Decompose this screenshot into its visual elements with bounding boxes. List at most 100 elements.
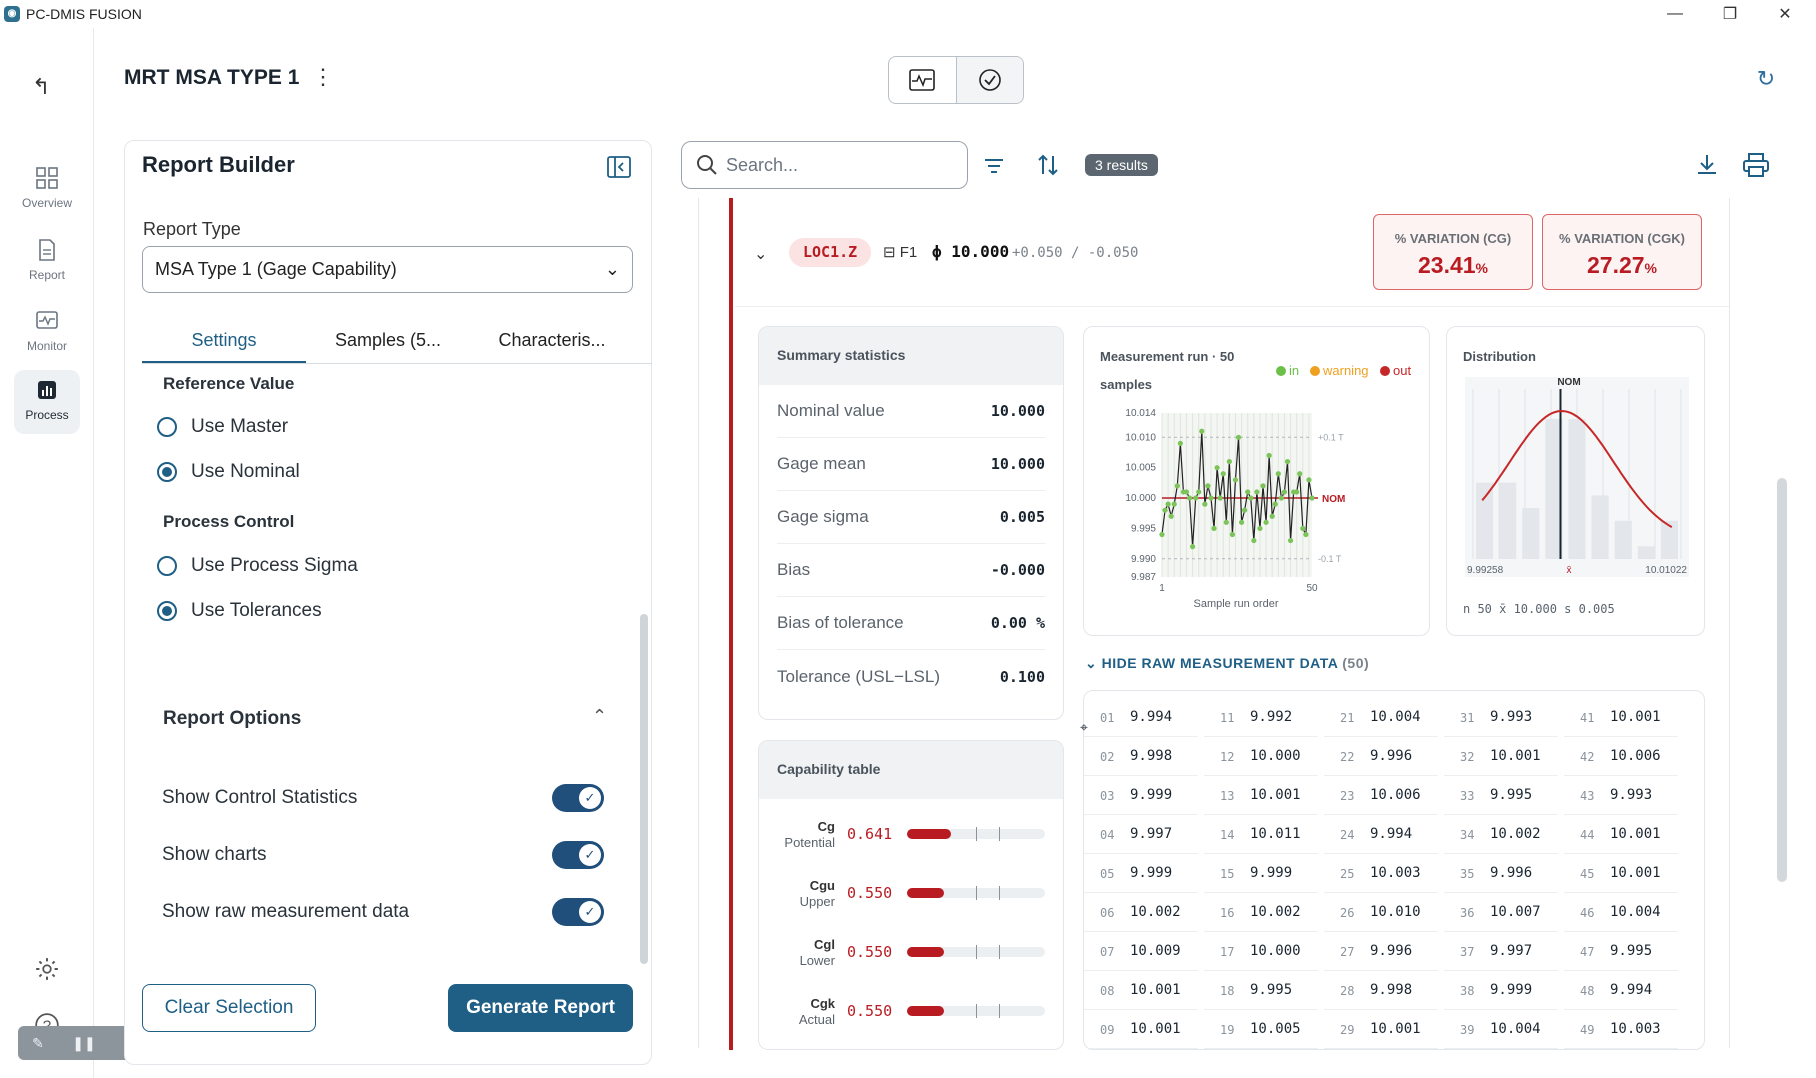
more-options-icon[interactable]: ⋮: [312, 64, 334, 92]
raw-value: 10.006: [1610, 748, 1661, 764]
cap-bar-fill: [907, 1006, 945, 1016]
tab-samples[interactable]: Samples (5...: [306, 326, 470, 363]
minimize-button[interactable]: —: [1648, 0, 1702, 28]
raw-cell: 46 10.004: [1564, 894, 1678, 932]
radio-use-tolerances[interactable]: Use Tolerances: [157, 600, 322, 622]
radio-use-process-sigma[interactable]: Use Process Sigma: [157, 555, 358, 577]
raw-cell: 02 9.998: [1084, 738, 1198, 776]
search-input[interactable]: Search...: [681, 141, 968, 189]
download-icon[interactable]: [1694, 152, 1720, 178]
toggle-switch[interactable]: [552, 898, 604, 926]
filter-icon[interactable]: [982, 154, 1006, 178]
chevron-up-icon[interactable]: ⌃: [592, 706, 607, 727]
raw-index: 38: [1460, 984, 1475, 998]
generate-report-button[interactable]: Generate Report: [448, 984, 633, 1032]
collapse-panel-icon[interactable]: [606, 154, 632, 180]
raw-cell: 22 9.996: [1324, 738, 1438, 776]
process-control-label: Process Control: [163, 512, 295, 531]
nav-item-monitor[interactable]: Monitor: [14, 301, 80, 365]
y-tick-label: 10.014: [1125, 408, 1156, 419]
raw-value: 9.997: [1130, 826, 1173, 842]
raw-cell: 38 9.999: [1444, 972, 1558, 1010]
run-plot: 10.014 10.010 10.005 10.000 9.995 9.990 9.9871…: [1125, 408, 1345, 594]
panel-scrollbar[interactable]: [640, 614, 648, 964]
results-scrollbar[interactable]: [1777, 478, 1787, 882]
tab-settings[interactable]: Settings: [142, 326, 306, 363]
data-point: [1278, 495, 1284, 501]
histogram-bar: [1637, 546, 1655, 559]
clear-selection-button[interactable]: Clear Selection: [142, 984, 316, 1032]
raw-index: 31: [1460, 711, 1475, 725]
raw-value: 9.996: [1490, 865, 1533, 881]
raw-value: 10.001: [1610, 865, 1661, 881]
cap-name: Cg: [817, 819, 835, 834]
nav-item-process[interactable]: Process: [14, 370, 80, 434]
raw-value: 10.000: [1250, 748, 1301, 764]
data-point: [1235, 434, 1242, 440]
nav-item-report[interactable]: Report: [14, 230, 80, 294]
raw-index: 46: [1580, 906, 1595, 920]
maximize-button[interactable]: ❐: [1703, 0, 1757, 28]
raw-value: 9.997: [1490, 943, 1533, 959]
capability-row: Cgk Actual 0.550: [759, 994, 1063, 1042]
sort-icon[interactable]: [1036, 152, 1060, 178]
cap-tick-133: [999, 1004, 1000, 1018]
cap-value: 0.550: [847, 943, 893, 961]
chevron-down-icon[interactable]: ⌄: [754, 244, 767, 264]
mouse-cursor: ⌖: [1080, 719, 1088, 735]
tab-characteristics[interactable]: Characteris...: [470, 326, 634, 363]
cap-tick-133: [999, 886, 1000, 900]
raw-cell: 16 10.002: [1204, 894, 1318, 932]
raw-index: 29: [1340, 1023, 1355, 1037]
raw-cell: 17 10.000: [1204, 933, 1318, 971]
raw-index: 13: [1220, 789, 1235, 803]
data-point: [1202, 501, 1208, 507]
raw-cell: 48 9.994: [1564, 972, 1678, 1010]
toggle-switch[interactable]: [552, 784, 604, 812]
raw-cell: 47 9.995: [1564, 933, 1678, 971]
percent-sign: %: [1644, 260, 1657, 276]
y-tick-label: 9.995: [1131, 523, 1156, 534]
gear-icon[interactable]: [34, 956, 60, 982]
pause-icon[interactable]: ❚❚: [72, 1035, 95, 1052]
raw-cell: 24 9.994: [1324, 816, 1438, 854]
report-type-select[interactable]: MSA Type 1 (Gage Capability) ⌄: [142, 246, 633, 293]
raw-cell: 04 9.997: [1084, 816, 1198, 854]
data-point: [1177, 440, 1183, 446]
data-point: [1300, 525, 1306, 532]
raw-cell: 12 10.000: [1204, 738, 1318, 776]
nav-item-overview[interactable]: Overview: [14, 158, 80, 222]
radio-use-nominal[interactable]: Use Nominal: [157, 461, 300, 483]
refresh-icon[interactable]: ↻: [1752, 66, 1780, 94]
back-button[interactable]: ↰: [32, 74, 60, 102]
raw-value: 10.010: [1370, 904, 1421, 920]
data-point: [1260, 483, 1266, 489]
cap-bar: [907, 886, 1045, 900]
legend-in-label: in: [1289, 363, 1299, 378]
monitor-view-button[interactable]: [889, 57, 956, 103]
check-view-button[interactable]: [955, 57, 1023, 103]
raw-index: 08: [1100, 984, 1115, 998]
raw-value: 9.999: [1490, 982, 1533, 998]
close-window-button[interactable]: ✕: [1758, 0, 1812, 28]
cap-name: Cgl: [814, 937, 835, 952]
raw-cell: 08 10.001: [1084, 972, 1198, 1010]
edit-icon[interactable]: ✎: [32, 1035, 44, 1052]
raw-index: 24: [1340, 828, 1355, 842]
data-point: [1205, 483, 1211, 489]
data-point: [1223, 519, 1229, 525]
toggle-switch[interactable]: [552, 841, 604, 869]
radio-use-master[interactable]: Use Master: [157, 416, 288, 438]
variation-cgk-card: % VARIATION (CGK) 27.27%: [1542, 214, 1702, 290]
raw-index: 22: [1340, 750, 1355, 764]
percent-sign: %: [1475, 260, 1488, 276]
raw-value: 10.001: [1490, 748, 1541, 764]
raw-cell: 25 10.003: [1324, 855, 1438, 893]
raw-index: 39: [1460, 1023, 1475, 1037]
data-point: [1281, 489, 1288, 495]
hide-raw-data-toggle[interactable]: ⌄ HIDE RAW MEASUREMENT DATA (50): [1085, 655, 1369, 672]
datum-text: F1: [899, 244, 918, 261]
cap-tick-1: [976, 945, 977, 959]
print-icon[interactable]: [1742, 152, 1770, 178]
cap-tick-133: [999, 827, 1000, 841]
